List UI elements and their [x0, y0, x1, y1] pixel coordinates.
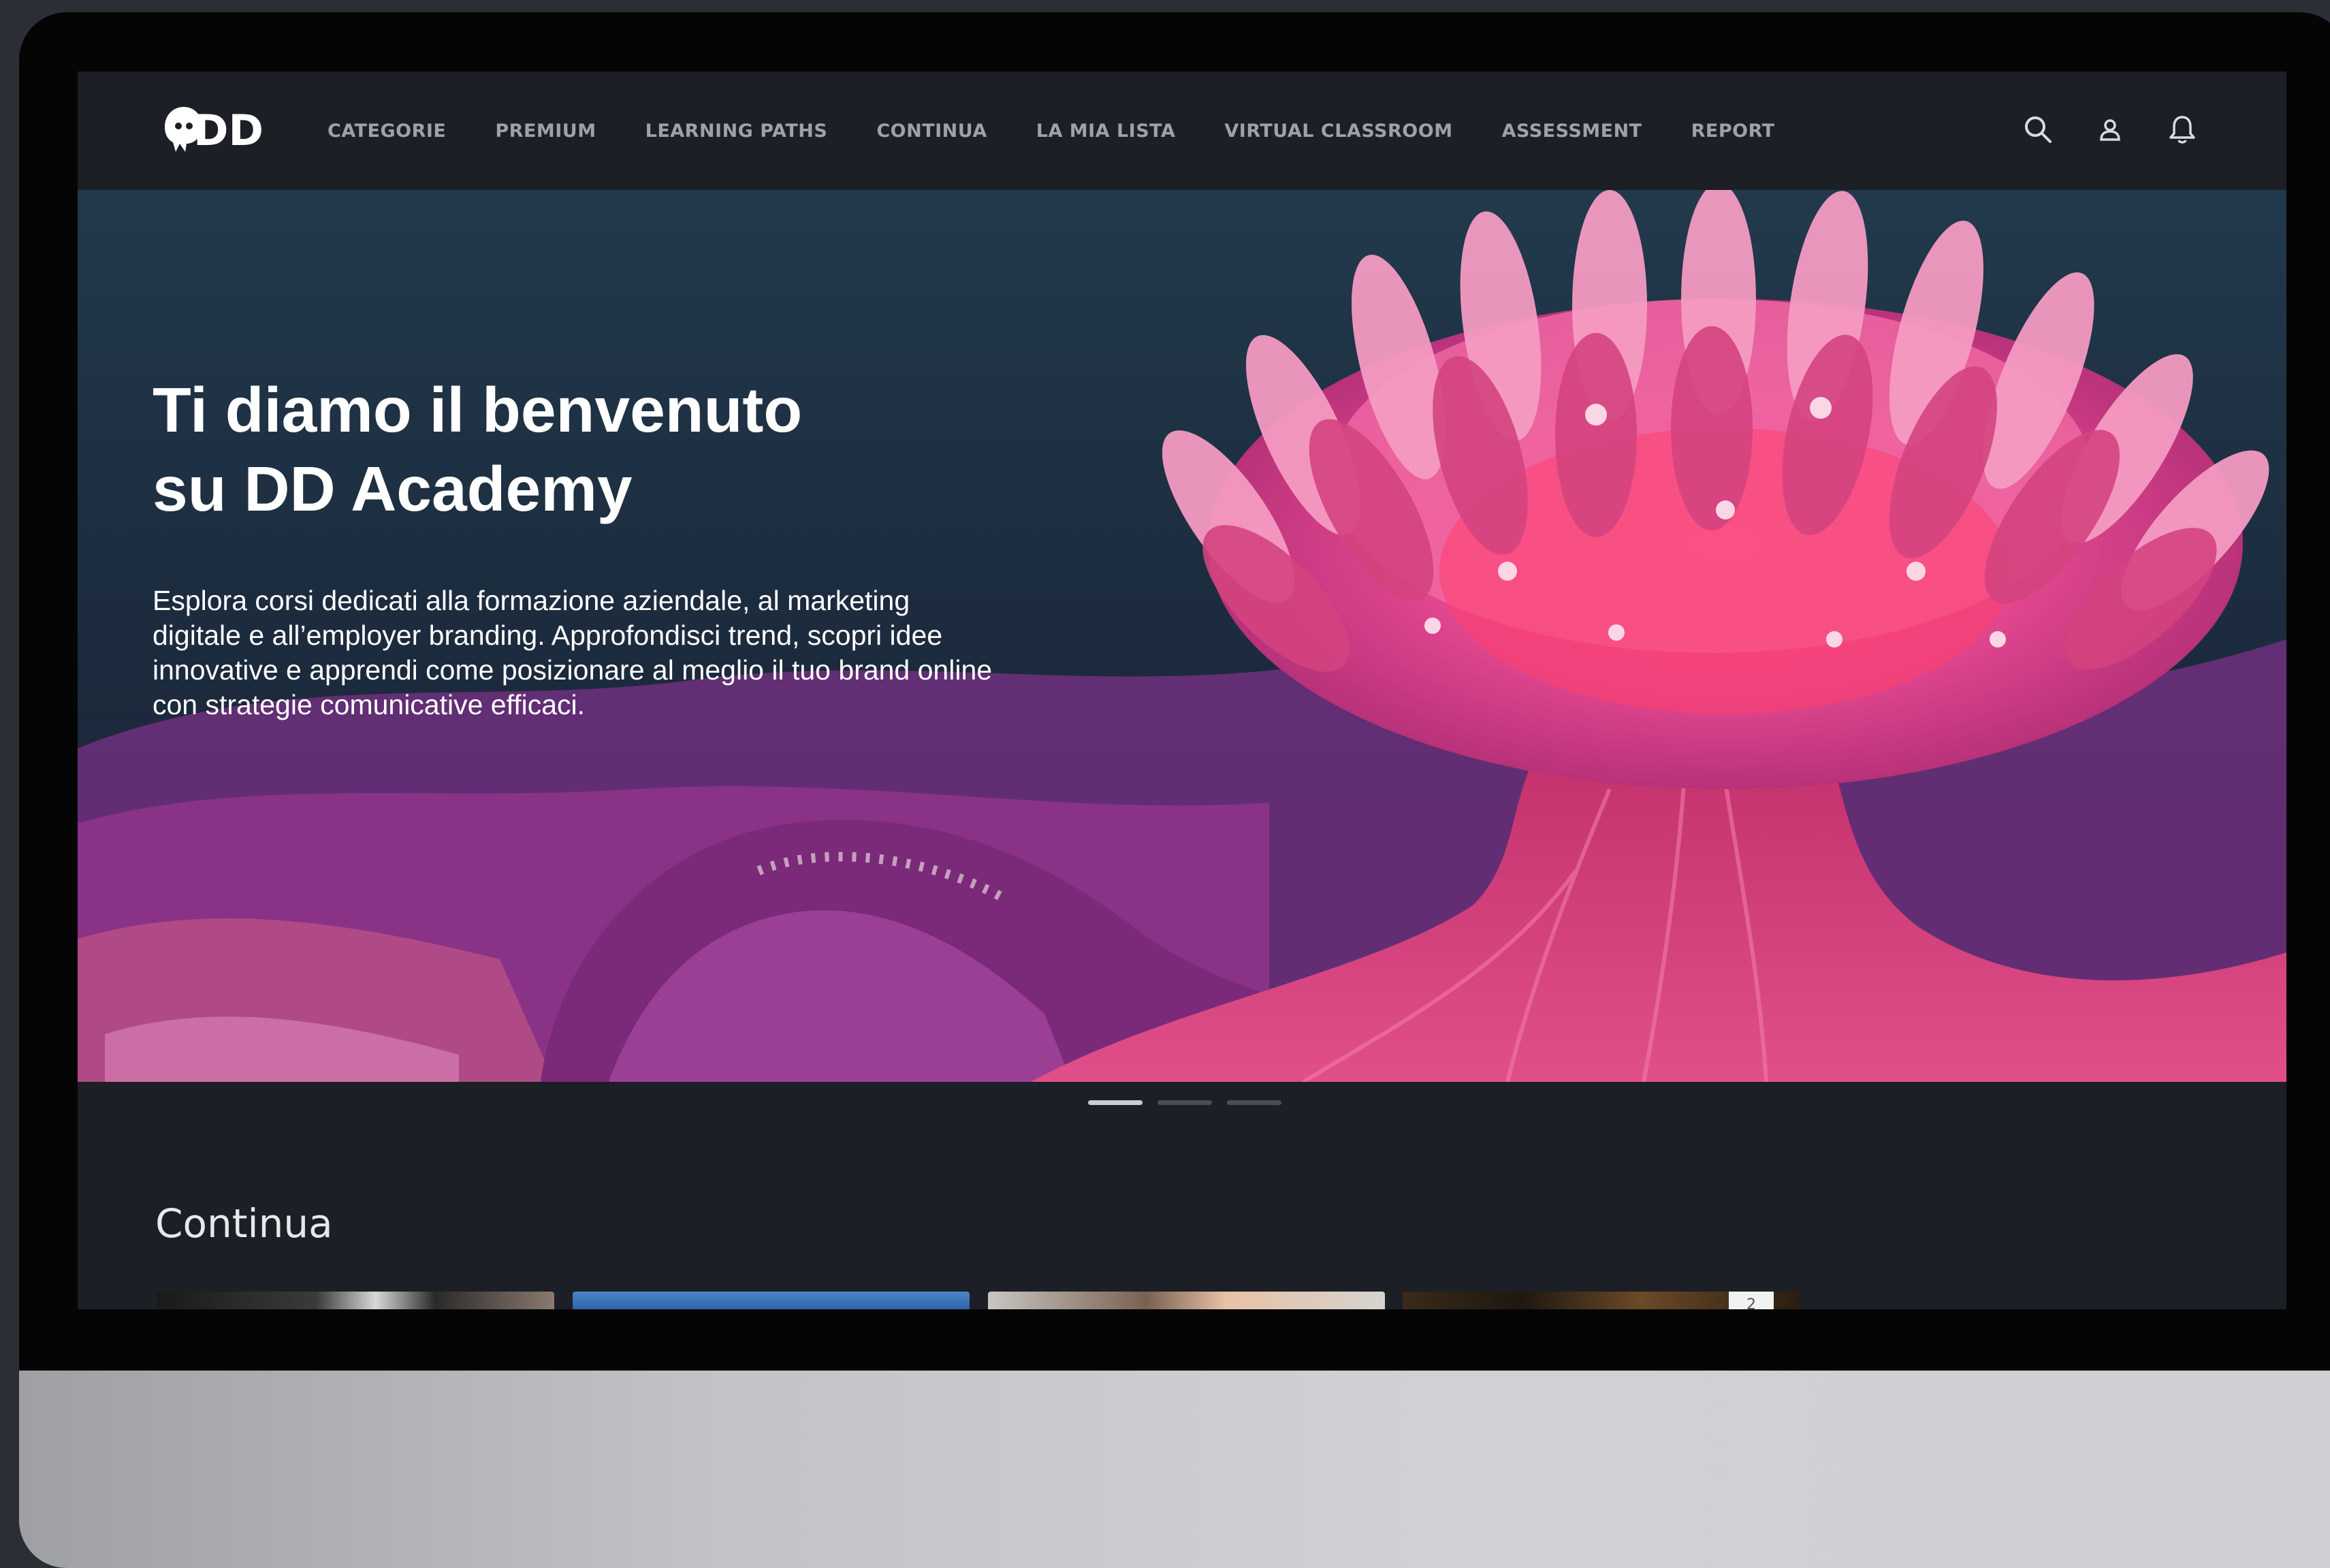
hero-title-line-1: Ti diamo il benvenuto: [153, 374, 803, 445]
user-icon[interactable]: [2086, 106, 2134, 153]
hero-title: Ti diamo il benvenuto su DD Academy: [153, 370, 970, 528]
dd-logo-mark: DD: [165, 106, 264, 155]
nav-item-premium[interactable]: PREMIUM: [495, 121, 596, 142]
dd-logo[interactable]: DD: [159, 99, 268, 160]
nav-item-continua[interactable]: CONTINUA: [876, 121, 987, 142]
nav-item-report[interactable]: REPORT: [1691, 121, 1775, 142]
course-card-1[interactable]: [157, 1292, 554, 1309]
nav-item-learning-paths[interactable]: LEARNING PATHS: [645, 121, 828, 142]
nav-item-virtual-classroom[interactable]: VIRTUAL CLASSROOM: [1224, 121, 1452, 142]
course-card-3[interactable]: [988, 1292, 1385, 1309]
carousel-dot-1[interactable]: [1088, 1100, 1143, 1105]
bell-icon[interactable]: [2158, 106, 2206, 153]
course-card-4[interactable]: 2: [1403, 1292, 1800, 1309]
nav-item-assessment[interactable]: ASSESSMENT: [1502, 121, 1642, 142]
logo-text: DD: [193, 106, 264, 155]
monitor-chin: [19, 1371, 2330, 1568]
app-screen: DD CATEGORIE PREMIUM LEARNING PATHS CONT…: [78, 71, 2286, 1309]
search-icon[interactable]: [2014, 106, 2062, 153]
carousel-indicators: [1088, 1100, 1296, 1105]
hero-title-line-2: su DD Academy: [153, 453, 633, 524]
main-menu: CATEGORIE PREMIUM LEARNING PATHS CONTINU…: [328, 71, 1824, 190]
top-navigation: DD CATEGORIE PREMIUM LEARNING PATHS CONT…: [78, 71, 2286, 191]
card-badge: 2: [1729, 1292, 1774, 1309]
continua-section-title: Continua: [155, 1200, 333, 1247]
hero-banner: Ti diamo il benvenuto su DD Academy Esplo…: [78, 190, 2286, 1082]
carousel-dot-2[interactable]: [1158, 1100, 1212, 1105]
nav-item-la-mia-lista[interactable]: LA MIA LISTA: [1036, 121, 1176, 142]
hero-description: Esplora corsi dedicati alla formazione a…: [153, 585, 993, 720]
carousel-dot-3[interactable]: [1227, 1100, 1281, 1105]
course-card-2[interactable]: [573, 1292, 970, 1309]
nav-item-categorie[interactable]: CATEGORIE: [328, 121, 446, 142]
